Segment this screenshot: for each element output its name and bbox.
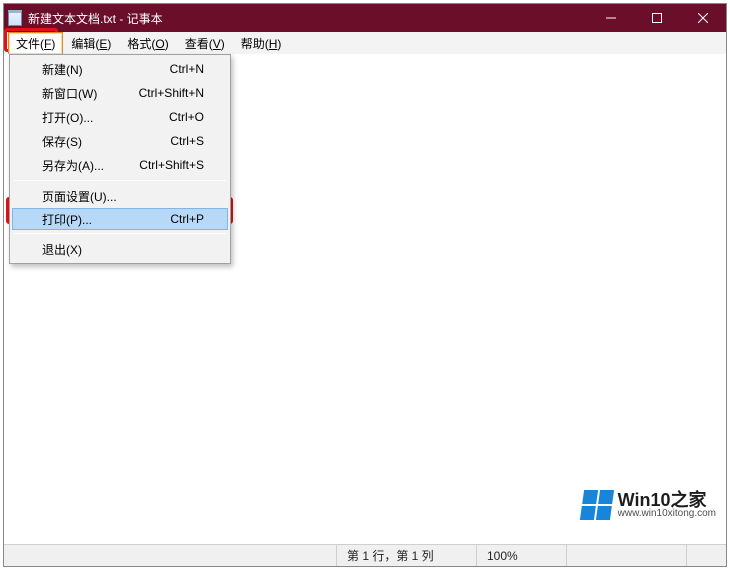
window-title: 新建文本文档.txt - 记事本 (26, 10, 163, 27)
menu-item-new[interactable]: 新建(N)Ctrl+N (12, 57, 228, 81)
notepad-window: 新建文本文档.txt - 记事本 文件(F) 编辑(E) 格式(O) 查看(V)… (4, 4, 726, 566)
menu-file[interactable]: 文件(F) (8, 32, 63, 54)
status-empty-1 (566, 545, 686, 566)
title-bar[interactable]: 新建文本文档.txt - 记事本 (4, 4, 726, 32)
maximize-button[interactable] (634, 4, 680, 32)
menu-format[interactable]: 格式(O) (119, 32, 176, 54)
menu-item-save-as[interactable]: 另存为(A)...Ctrl+Shift+S (12, 153, 228, 177)
menu-separator (14, 233, 226, 234)
status-empty-2 (686, 545, 726, 566)
minimize-button[interactable] (588, 4, 634, 32)
text-area[interactable]: 新建(N)Ctrl+N 新窗口(W)Ctrl+Shift+N 打开(O)...C… (4, 54, 726, 544)
watermark: Win10之家 www.win10xitong.com (582, 490, 716, 520)
close-icon (698, 13, 708, 23)
menu-help[interactable]: 帮助(H) (233, 32, 290, 54)
windows-logo-icon (580, 490, 614, 520)
status-zoom: 100% (476, 545, 566, 566)
status-position: 第 1 行，第 1 列 (336, 545, 476, 566)
maximize-icon (652, 13, 662, 23)
watermark-url: www.win10xitong.com (618, 509, 716, 519)
menu-separator (14, 180, 226, 181)
menu-bar: 文件(F) 编辑(E) 格式(O) 查看(V) 帮助(H) (4, 32, 726, 54)
close-button[interactable] (680, 4, 726, 32)
menu-item-page-setup[interactable]: 页面设置(U)... (12, 184, 228, 208)
minimize-icon (606, 13, 616, 23)
menu-item-print[interactable]: 打印(P)...Ctrl+P (12, 208, 228, 230)
menu-item-save[interactable]: 保存(S)Ctrl+S (12, 129, 228, 153)
menu-edit[interactable]: 编辑(E) (63, 32, 119, 54)
watermark-brand: Win10之家 (618, 491, 716, 509)
menu-item-open[interactable]: 打开(O)...Ctrl+O (12, 105, 228, 129)
notepad-icon (8, 10, 22, 26)
app-icon-wrap (4, 10, 26, 26)
menu-item-new-window[interactable]: 新窗口(W)Ctrl+Shift+N (12, 81, 228, 105)
menu-item-exit[interactable]: 退出(X) (12, 237, 228, 261)
file-menu-dropdown: 新建(N)Ctrl+N 新窗口(W)Ctrl+Shift+N 打开(O)...C… (9, 54, 231, 264)
status-bar: 第 1 行，第 1 列 100% (4, 544, 726, 566)
menu-view[interactable]: 查看(V) (177, 32, 233, 54)
